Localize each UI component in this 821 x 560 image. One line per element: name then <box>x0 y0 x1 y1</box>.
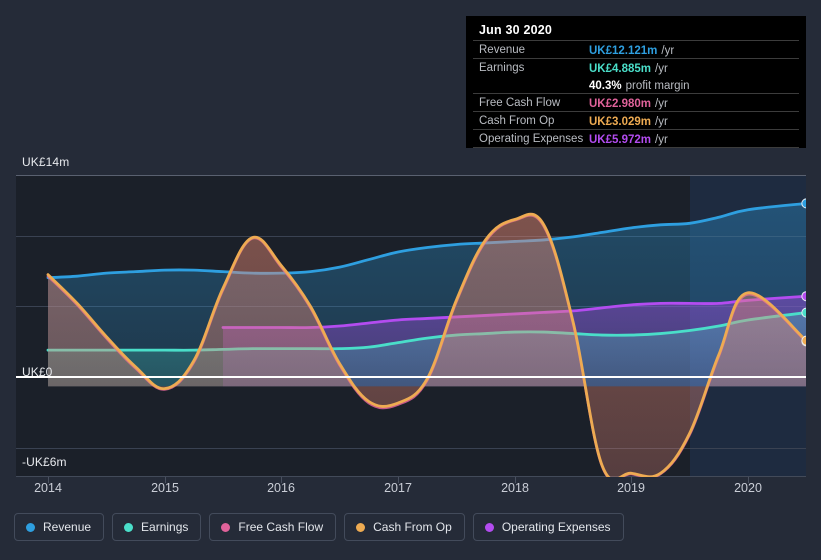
legend-item-label: Free Cash Flow <box>238 520 324 534</box>
x-axis-label-2014: 2014 <box>34 481 62 495</box>
tooltip-row-value-group: 40.3% profit margin <box>589 76 690 94</box>
series-endpoint-revenue <box>801 198 806 209</box>
series-endpoint-cash-from-op <box>801 335 806 346</box>
legend-color-dot-icon <box>124 522 134 532</box>
legend-item-label: Revenue <box>43 520 92 534</box>
tooltip-row: Cash From Op UK£3.029m/yr <box>473 111 799 129</box>
tooltip-row-value: UK£2.980m <box>589 97 652 110</box>
legend-color-dot-icon <box>26 522 35 532</box>
tooltip-row: Operating Expenses UK£5.972m/yr <box>473 129 799 147</box>
chart-page: UK£14m UK£0 -UK£6m 2014 2015 2016 2017 2… <box>0 0 821 560</box>
tooltip-row-value-group: UK£3.029m/yr <box>589 112 668 130</box>
legend-item-cash-from-op[interactable]: Cash From Op <box>344 513 465 541</box>
tooltip-row-value-group: UK£12.121m/yr <box>589 41 674 59</box>
tooltip-row-unit: /yr <box>655 115 668 128</box>
tooltip-row-value: UK£12.121m <box>589 44 658 57</box>
tooltip-row-value: UK£3.029m <box>589 115 652 128</box>
x-axis-label-2018: 2018 <box>501 481 529 495</box>
legend-item-label: Earnings <box>141 520 189 534</box>
tooltip-rows: Revenue UK£12.121m/yr Earnings UK£4.885m/yr… <box>473 40 799 148</box>
tooltip-row-unit: /yr <box>655 62 668 75</box>
tooltip-date: Jun 30 2020 <box>479 23 553 37</box>
legend-item-earnings[interactable]: Earnings <box>112 513 202 541</box>
legend-item-free-cash-flow[interactable]: Free Cash Flow <box>209 513 337 541</box>
legend-item-revenue[interactable]: Revenue <box>14 513 105 541</box>
x-axis-label-2017: 2017 <box>384 481 412 495</box>
legend-item-label: Operating Expenses <box>501 520 611 534</box>
y-axis-label-zero: UK£0 <box>22 365 53 379</box>
tooltip-row-unit: /yr <box>661 44 675 57</box>
x-axis-label-2016: 2016 <box>267 481 295 495</box>
y-axis-label-bottom: -UK£6m <box>22 455 67 469</box>
tooltip-row-unit: /yr <box>655 133 668 146</box>
chart-series-svg <box>46 198 806 477</box>
legend-color-dot-icon <box>221 522 231 532</box>
tooltip-row-value-group: UK£2.980m/yr <box>589 94 668 112</box>
data-tooltip: Jun 30 2020 Revenue UK£12.121m/yr Earnings… <box>466 16 806 148</box>
series-endpoint-operating-expenses <box>801 291 806 302</box>
tooltip-row-unit: profit margin <box>625 79 690 92</box>
zero-axis-line <box>16 376 806 378</box>
x-axis-label-2019: 2019 <box>617 481 645 495</box>
tooltip-row-label: Revenue <box>479 43 526 56</box>
tooltip-row-value-group: UK£4.885m/yr <box>589 59 668 77</box>
tooltip-row: Revenue UK£12.121m/yr <box>473 40 799 58</box>
tooltip-row: 40.3% profit margin <box>473 76 799 93</box>
tooltip-row-label: Operating Expenses <box>479 132 584 145</box>
chart-legend: Revenue Earnings Free Cash Flow Cash From O… <box>14 513 624 541</box>
tooltip-row-label: Earnings <box>479 61 525 74</box>
legend-color-dot-icon <box>484 522 494 532</box>
tooltip-row-value-group: UK£5.972m/yr <box>589 130 668 148</box>
chart-plot-area <box>16 175 806 477</box>
legend-item-label: Cash From Op <box>373 520 452 534</box>
x-axis-label-2015: 2015 <box>151 481 179 495</box>
tooltip-row: Free Cash Flow UK£2.980m/yr <box>473 93 799 111</box>
tooltip-row-value: UK£4.885m <box>589 62 652 75</box>
tooltip-row: Earnings UK£4.885m/yr <box>473 58 799 76</box>
tooltip-row-unit: /yr <box>655 97 668 110</box>
x-axis-label-2020: 2020 <box>734 481 762 495</box>
tooltip-row-label: Cash From Op <box>479 114 555 127</box>
y-axis-label-top: UK£14m <box>22 155 70 169</box>
series-endpoint-earnings <box>801 307 806 318</box>
tooltip-row-label: Free Cash Flow <box>479 96 561 109</box>
tooltip-row-value: 40.3% <box>589 79 622 92</box>
tooltip-row-value: UK£5.972m <box>589 133 652 146</box>
legend-item-operating-expenses[interactable]: Operating Expenses <box>472 513 624 541</box>
legend-color-dot-icon <box>356 522 366 532</box>
